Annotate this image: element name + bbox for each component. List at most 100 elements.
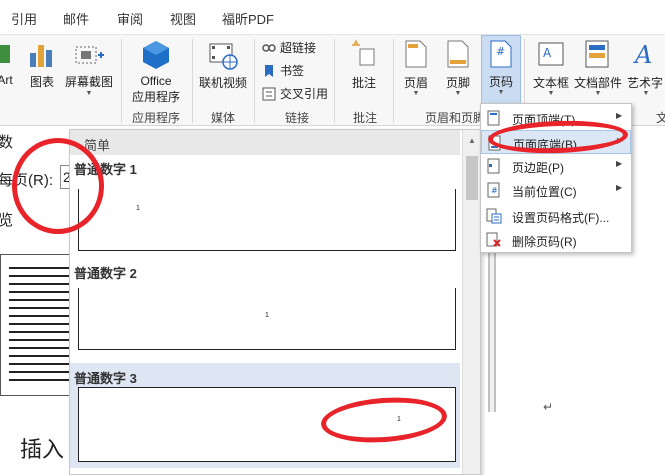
new-comment-button[interactable]: 批注 bbox=[338, 37, 390, 93]
group-label-apps: 应用程序 bbox=[131, 111, 180, 125]
office-apps-button[interactable]: Office 应用程序 bbox=[124, 37, 188, 107]
gallery-item-title: 普通数字 1 bbox=[74, 162, 137, 177]
wordart-button[interactable]: A 艺术字 ▼ bbox=[624, 37, 665, 107]
cross-reference-button[interactable]: 交叉引用 bbox=[262, 85, 328, 102]
submenu-arrow-icon: ▶ bbox=[616, 183, 623, 192]
text-line bbox=[9, 323, 71, 325]
menu-item-page-margins[interactable]: 页边距(P) ▶ bbox=[481, 154, 631, 178]
page-number-sample: 1 bbox=[265, 312, 269, 319]
dialog-label-preview: 览 bbox=[0, 212, 14, 229]
cross-reference-label: 交叉引用 bbox=[280, 87, 329, 101]
smartart-label: tArt bbox=[0, 73, 13, 87]
group-label-text: 文 bbox=[656, 111, 665, 125]
bookmark-icon bbox=[265, 64, 273, 77]
chevron-down-icon: ▼ bbox=[85, 90, 93, 97]
chevron-down-icon: ▼ bbox=[594, 90, 602, 97]
page-number-icon: # bbox=[490, 40, 512, 68]
office-apps-label-2: 应用程序 bbox=[131, 90, 180, 104]
screenshot-button[interactable]: 屏幕截图 ▼ bbox=[62, 37, 116, 107]
scrollbar-thumb[interactable] bbox=[466, 156, 478, 200]
svg-text:#: # bbox=[496, 45, 505, 58]
comment-icon bbox=[352, 39, 375, 66]
chart-icon bbox=[30, 45, 52, 67]
textbox-icon: A bbox=[538, 42, 564, 66]
footer-label: 页脚 bbox=[445, 76, 470, 90]
hyperlink-button[interactable]: 超链接 bbox=[262, 39, 316, 56]
text-line bbox=[9, 283, 71, 285]
group-separator bbox=[393, 39, 394, 123]
menu-item-label: 页面顶端(T) bbox=[512, 113, 576, 127]
menu-item-current-position[interactable]: # 当前位置(C) ▶ bbox=[481, 178, 631, 202]
textbox-label: 文本框 bbox=[532, 76, 569, 90]
menu-item-label: 页面底端(B) bbox=[513, 138, 577, 152]
text-line bbox=[9, 267, 71, 269]
smartart-button[interactable]: tArt bbox=[0, 37, 20, 93]
tab-mailings[interactable]: 邮件 bbox=[63, 9, 89, 28]
text-line bbox=[9, 275, 71, 277]
header-icon bbox=[405, 40, 427, 68]
tab-foxit-pdf[interactable]: 福昕PDF bbox=[222, 9, 274, 28]
tab-references[interactable]: 引用 bbox=[11, 9, 37, 28]
tab-review[interactable]: 审阅 bbox=[117, 9, 143, 28]
link-icon bbox=[262, 43, 276, 52]
wordart-label: 艺术字 bbox=[627, 76, 664, 90]
gallery-item-title: 普通数字 3 bbox=[74, 371, 137, 386]
quick-parts-label: 文档部件 bbox=[573, 76, 622, 90]
page-number-button[interactable]: # 页码 ▼ bbox=[481, 35, 521, 104]
tab-view[interactable]: 视图 bbox=[170, 9, 196, 28]
footer-icon bbox=[447, 40, 469, 68]
menu-item-label: 当前位置(C) bbox=[512, 185, 577, 199]
group-separator bbox=[254, 39, 255, 123]
gallery-item-plain-number-2[interactable]: 普通数字 2 1 bbox=[70, 256, 460, 356]
text-line bbox=[9, 363, 71, 365]
page-thumbnail bbox=[0, 254, 78, 396]
gallery-scrollbar[interactable]: ▲ bbox=[462, 130, 480, 474]
menu-item-label: 页边距(P) bbox=[512, 161, 564, 175]
document-text-insert: 插入 bbox=[20, 438, 65, 463]
cross-reference-icon bbox=[262, 87, 276, 100]
scroll-up-icon[interactable]: ▲ bbox=[463, 136, 480, 145]
quick-parts-button[interactable]: 文档部件 ▼ bbox=[573, 37, 623, 107]
paragraph-mark: ↵ bbox=[543, 400, 554, 414]
online-video-button[interactable]: 联机视频 bbox=[196, 37, 250, 93]
bookmark-button[interactable]: 书签 bbox=[262, 62, 304, 79]
document-edge bbox=[488, 240, 496, 412]
text-line bbox=[9, 371, 71, 373]
page-preview: 1 bbox=[78, 288, 456, 350]
dialog-label-count: 数 bbox=[0, 134, 14, 151]
svg-text:A: A bbox=[543, 46, 552, 60]
header-button[interactable]: 页眉 ▼ bbox=[396, 37, 436, 107]
current-position-icon: # bbox=[487, 182, 500, 198]
online-video-label: 联机视频 bbox=[198, 76, 247, 90]
menu-item-remove-page-numbers[interactable]: 删除页码(R) bbox=[481, 228, 631, 252]
chevron-down-icon: ▼ bbox=[642, 90, 650, 97]
bookmark-label: 书签 bbox=[280, 64, 305, 78]
menu-item-top-of-page[interactable]: 页面顶端(T) ▶ bbox=[481, 106, 631, 130]
chevron-down-icon: ▼ bbox=[454, 90, 462, 97]
page-number-label: 页码 bbox=[488, 75, 513, 89]
text-line bbox=[9, 355, 71, 357]
hyperlink-label: 超链接 bbox=[280, 41, 317, 55]
gallery-item-title: 普通数字 2 bbox=[74, 266, 137, 281]
chart-button[interactable]: 图表 bbox=[26, 37, 58, 93]
header-label: 页眉 bbox=[403, 76, 428, 90]
group-label-comments: 批注 bbox=[352, 111, 377, 125]
page-bottom-gallery: 简单 普通数字 1 1 普通数字 2 1 普通数字 3 1 ▲ bbox=[69, 129, 481, 475]
quick-parts-icon bbox=[585, 40, 609, 68]
footer-button[interactable]: 页脚 ▼ bbox=[438, 37, 478, 107]
text-line bbox=[9, 339, 71, 341]
comment-label: 批注 bbox=[351, 76, 376, 90]
submenu-arrow-icon: ▶ bbox=[616, 111, 623, 120]
group-label-media: 媒体 bbox=[210, 111, 235, 125]
menu-item-bottom-of-page[interactable]: 页面底端(B) ▶ bbox=[481, 130, 631, 154]
page-preview: 1 bbox=[78, 189, 456, 251]
office-store-icon bbox=[143, 41, 169, 69]
gallery-item-plain-number-1[interactable]: 普通数字 1 1 bbox=[70, 155, 460, 255]
chart-label: 图表 bbox=[29, 75, 54, 89]
menu-item-format-page-numbers[interactable]: 设置页码格式(F)... bbox=[481, 204, 631, 228]
textbox-button[interactable]: A 文本框 ▼ bbox=[530, 37, 572, 107]
gallery-item-plain-number-3[interactable]: 普通数字 3 1 bbox=[70, 363, 460, 468]
chevron-down-icon: ▼ bbox=[412, 90, 420, 97]
group-label-links: 链接 bbox=[284, 111, 309, 125]
smartart-icon bbox=[0, 45, 10, 63]
